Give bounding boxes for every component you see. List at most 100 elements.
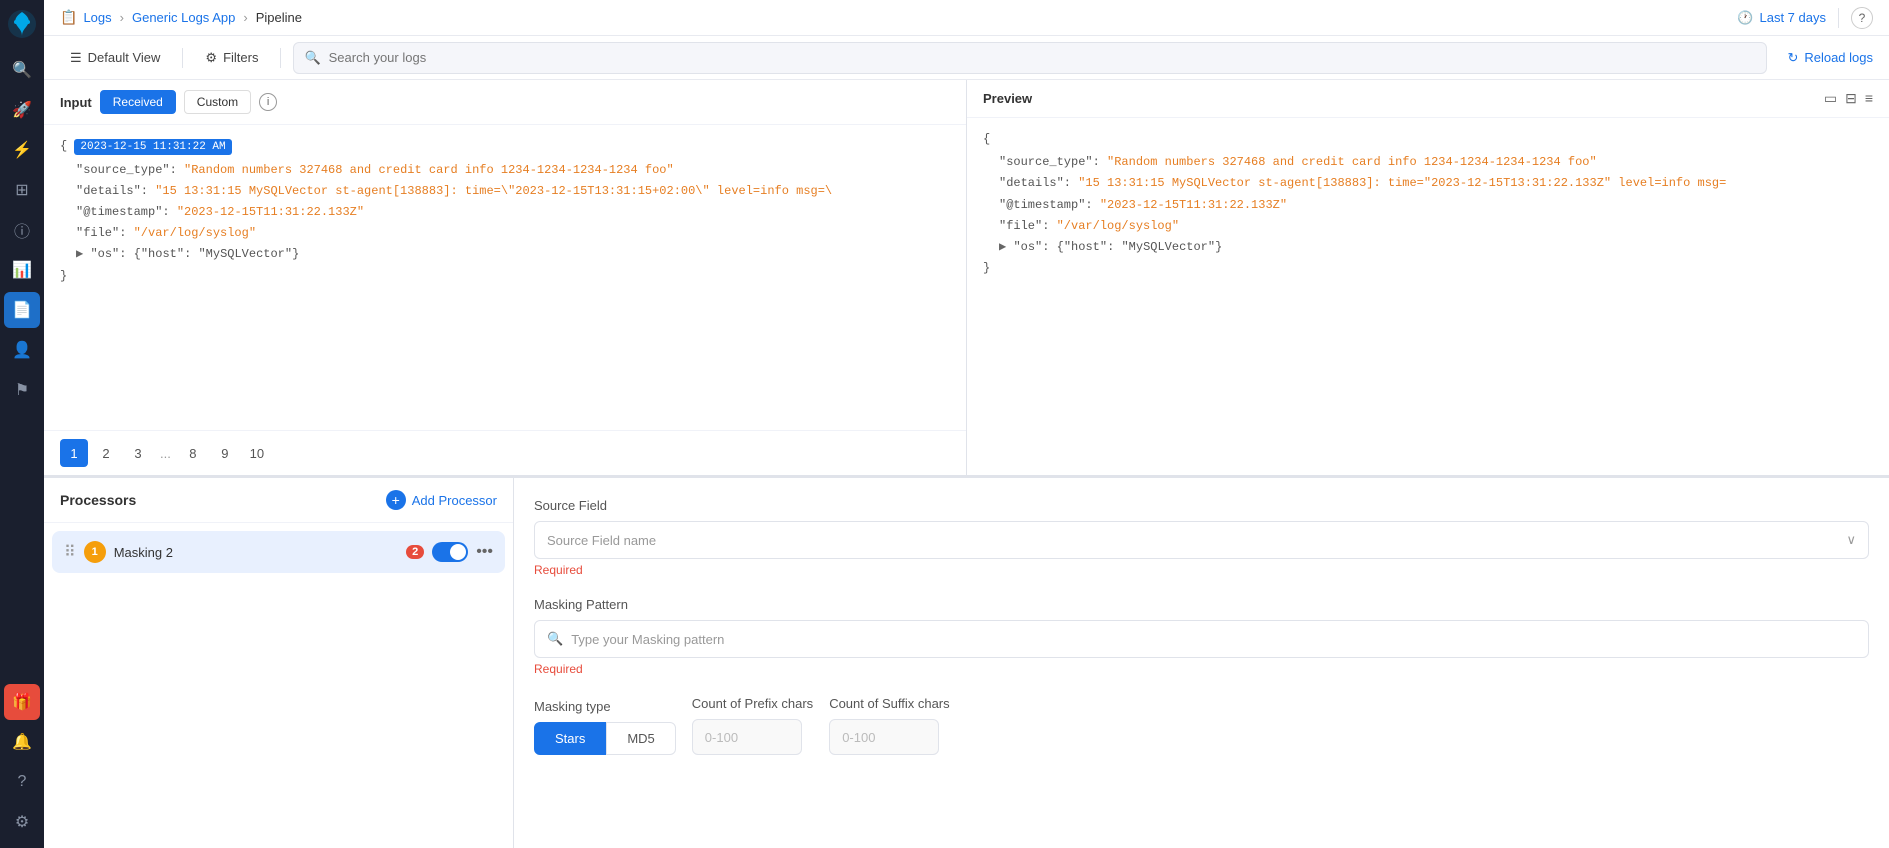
sidebar-icon-flag[interactable]: ⚑ (4, 372, 40, 408)
search-input[interactable] (329, 50, 1757, 65)
filter-icon: ⚙ (205, 50, 217, 66)
input-open-brace: { 2023-12-15 11:31:22 AM (60, 137, 950, 157)
processors-header: Processors + Add Processor (44, 478, 513, 523)
prefix-placeholder: 0-100 (705, 730, 738, 745)
page-btn-1[interactable]: 1 (60, 439, 88, 467)
input-preview-section: Input Received Custom i { 2023-12-15 11:… (44, 80, 1889, 478)
preview-icon-list[interactable]: ≡ (1865, 90, 1873, 107)
preview-icon-split[interactable]: ⊟ (1845, 90, 1857, 107)
masking-pattern-input-wrap[interactable]: 🔍 Type your Masking pattern (534, 620, 1869, 658)
sidebar-icon-layers[interactable]: ⚡ (4, 132, 40, 168)
page-btn-2[interactable]: 2 (92, 439, 120, 467)
input-line-5: ▶ "os": {"host": "MySQLVector"} (76, 245, 950, 264)
masking-type-group: Masking type Stars MD5 (534, 699, 676, 755)
top-bar: 📋 Logs › Generic Logs App › Pipeline 🕐 L… (44, 0, 1889, 36)
breadcrumb-sep-1: › (120, 10, 124, 25)
config-panel: Source Field Source Field name ∨ Require… (514, 478, 1889, 848)
page-btn-10[interactable]: 10 (243, 439, 271, 467)
processor-item-masking2[interactable]: ⠿ 1 Masking 2 2 ••• (52, 531, 505, 573)
sidebar-icon-settings[interactable]: ⚙ (4, 804, 40, 840)
sidebar-icon-help[interactable]: ? (4, 764, 40, 800)
masking-placeholder: Type your Masking pattern (571, 632, 724, 647)
add-processor-button[interactable]: + Add Processor (386, 490, 497, 510)
help-button[interactable]: ? (1851, 7, 1873, 29)
breadcrumb-logs[interactable]: Logs (83, 10, 111, 25)
tab-received[interactable]: Received (100, 90, 176, 114)
content-area: Input Received Custom i { 2023-12-15 11:… (44, 80, 1889, 848)
default-view-button[interactable]: ☰ Default View (60, 44, 170, 72)
preview-icon-single[interactable]: ▭ (1824, 90, 1837, 107)
processor-number: 1 (84, 541, 106, 563)
source-field-placeholder: Source Field name (547, 533, 656, 548)
processor-list: ⠿ 1 Masking 2 2 ••• (44, 523, 513, 848)
page-btn-9[interactable]: 9 (211, 439, 239, 467)
sidebar-icon-chart[interactable]: 📊 (4, 252, 40, 288)
drag-handle-icon[interactable]: ⠿ (64, 542, 76, 562)
sidebar-icon-gift[interactable]: 🎁 (4, 684, 40, 720)
masking-type-buttons: Stars MD5 (534, 722, 676, 755)
add-processor-icon: + (386, 490, 406, 510)
menu-icon: ☰ (70, 50, 82, 66)
masking-options-row: Masking type Stars MD5 Count of Prefix c… (534, 696, 1869, 755)
processors-panel: Processors + Add Processor ⠿ 1 Masking 2… (44, 478, 514, 848)
tab-custom[interactable]: Custom (184, 90, 251, 114)
sidebar-icon-rocket[interactable]: 🚀 (4, 92, 40, 128)
filters-button[interactable]: ⚙ Filters (195, 44, 268, 72)
top-divider (1838, 8, 1839, 28)
suffix-chars-input[interactable]: 0-100 (829, 719, 939, 755)
input-close-brace: } (60, 267, 950, 286)
input-panel: Input Received Custom i { 2023-12-15 11:… (44, 80, 967, 475)
time-range-label: Last 7 days (1760, 10, 1827, 25)
page-btn-3[interactable]: 3 (124, 439, 152, 467)
prefix-chars-input[interactable]: 0-100 (692, 719, 802, 755)
preview-panel: Preview ▭ ⊟ ≡ { "source_type": "Random n… (967, 80, 1889, 475)
input-title: Input (60, 95, 92, 110)
input-timestamp: 2023-12-15 11:31:22 AM (74, 139, 231, 155)
default-view-label: Default View (88, 50, 161, 65)
prefix-chars-label: Count of Prefix chars (692, 696, 813, 711)
preview-line-2: "details": "15 13:31:15 MySQLVector st-a… (999, 174, 1873, 193)
processors-title: Processors (60, 492, 136, 508)
sidebar-icon-document[interactable]: 📄 (4, 292, 40, 328)
app-logo[interactable] (6, 8, 38, 40)
page-btn-8[interactable]: 8 (179, 439, 207, 467)
source-field-select[interactable]: Source Field name ∨ (534, 521, 1869, 559)
masking-type-md5[interactable]: MD5 (606, 722, 675, 755)
breadcrumb-current: Pipeline (256, 10, 302, 25)
processor-more-icon[interactable]: ••• (476, 543, 493, 561)
sidebar-icon-search[interactable]: 🔍 (4, 52, 40, 88)
add-processor-label: Add Processor (412, 493, 497, 508)
preview-open-brace: { (983, 130, 1873, 149)
toolbar-divider (182, 48, 183, 68)
bottom-section: Processors + Add Processor ⠿ 1 Masking 2… (44, 478, 1889, 848)
time-range-btn[interactable]: 🕐 Last 7 days (1737, 10, 1826, 26)
processor-toggle[interactable] (432, 542, 468, 562)
preview-line-4: "file": "/var/log/syslog" (999, 217, 1873, 236)
masking-type-stars[interactable]: Stars (534, 722, 606, 755)
processor-name-label: Masking 2 (114, 545, 398, 560)
input-line-4: "file": "/var/log/syslog" (76, 224, 950, 243)
input-panel-header: Input Received Custom i (44, 80, 966, 125)
top-bar-right: 🕐 Last 7 days ? (1737, 7, 1873, 29)
breadcrumb-app[interactable]: Generic Logs App (132, 10, 235, 25)
preview-code-area: { "source_type": "Random numbers 327468 … (967, 118, 1889, 475)
toolbar-divider-2 (280, 48, 281, 68)
source-field-chevron: ∨ (1846, 532, 1856, 548)
sidebar-icon-bell[interactable]: 🔔 (4, 724, 40, 760)
input-info-icon[interactable]: i (259, 93, 277, 111)
sidebar-icon-grid[interactable]: ⊞ (4, 172, 40, 208)
sidebar: 🔍 🚀 ⚡ ⊞ ⓘ 📊 📄 👤 ⚑ 🎁 🔔 ? ⚙ (0, 0, 44, 848)
preview-line-3: "@timestamp": "2023-12-15T11:31:22.133Z" (999, 196, 1873, 215)
suffix-placeholder: 0-100 (842, 730, 875, 745)
sidebar-icon-person[interactable]: 👤 (4, 332, 40, 368)
preview-close-brace: } (983, 259, 1873, 278)
reload-icon: ↻ (1787, 50, 1798, 66)
processor-badge: 2 (406, 545, 424, 559)
reload-button[interactable]: ↻ Reload logs (1787, 50, 1873, 66)
prefix-chars-group: Count of Prefix chars 0-100 (692, 696, 813, 755)
source-field-group: Source Field Source Field name ∨ Require… (534, 498, 1869, 577)
clock-icon: 🕐 (1737, 10, 1753, 26)
toolbar: ☰ Default View ⚙ Filters 🔍 ↻ Reload logs (44, 36, 1889, 80)
sidebar-icon-alert[interactable]: ⓘ (4, 212, 40, 248)
source-field-label: Source Field (534, 498, 1869, 513)
